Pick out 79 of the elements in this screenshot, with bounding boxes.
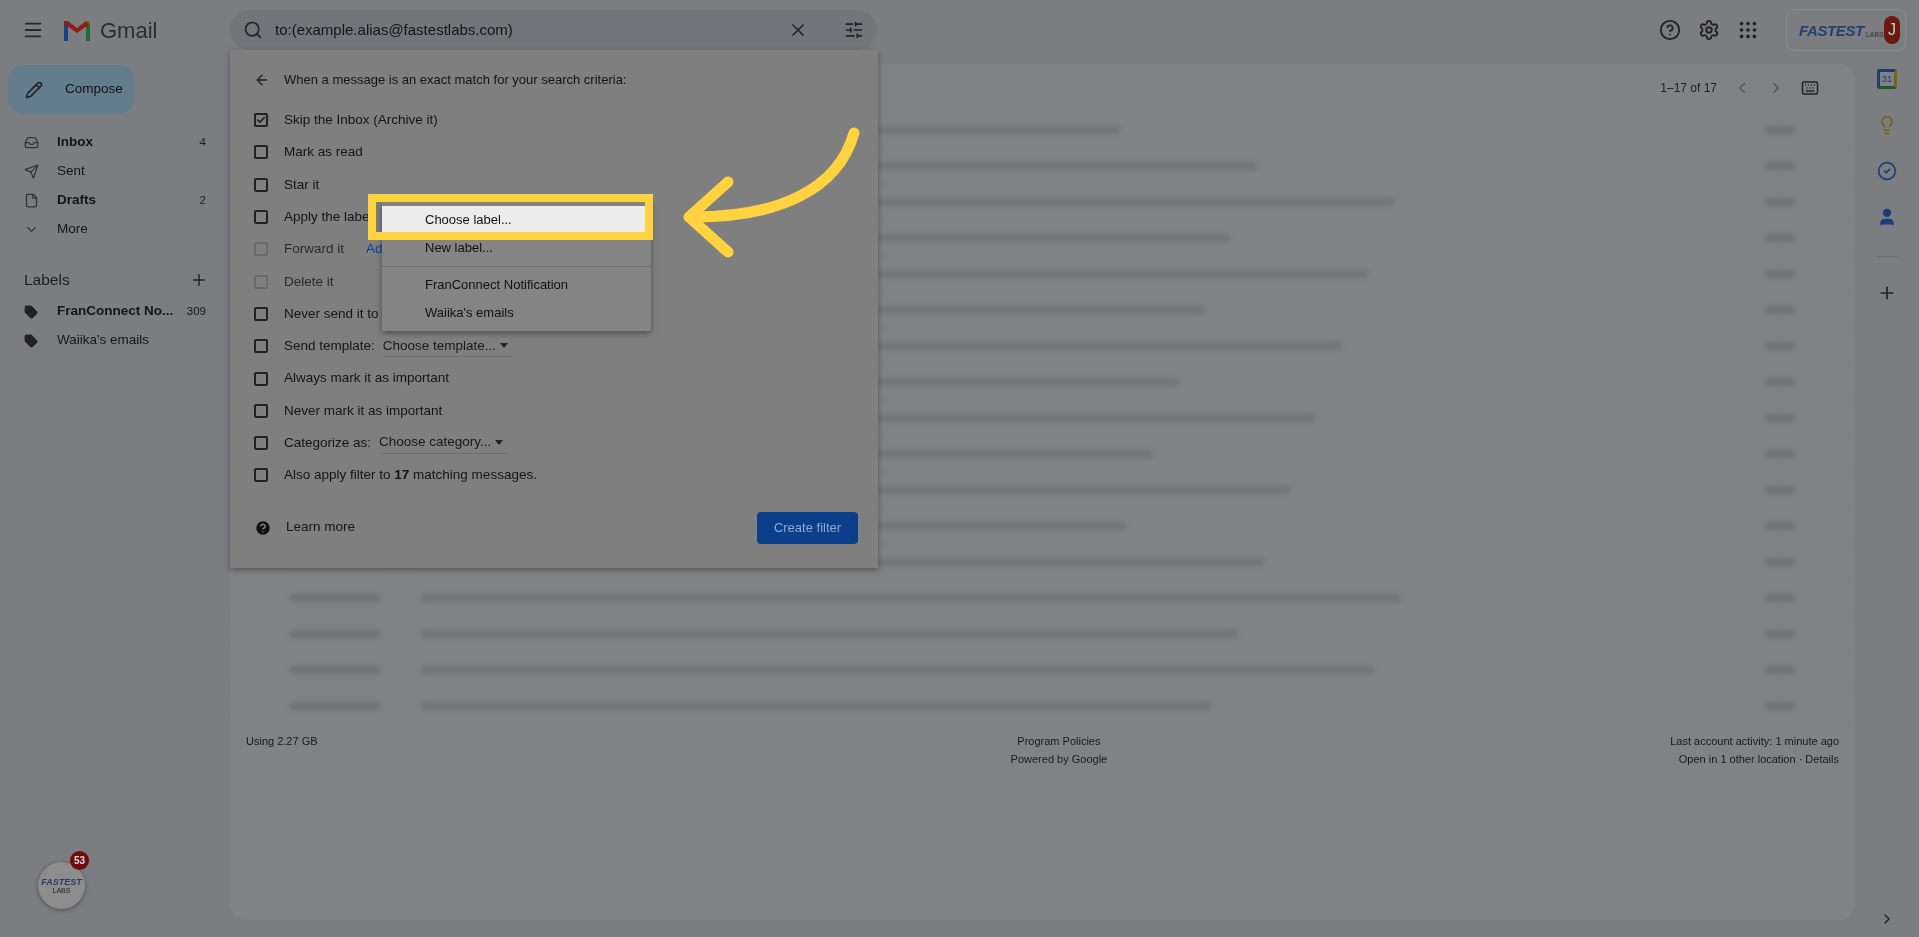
- pagination-range: 1–17 of 17: [1660, 80, 1717, 97]
- unread-count: 2: [199, 192, 206, 208]
- option-label: Delete it: [284, 272, 334, 291]
- nav-item[interactable]: More: [0, 215, 230, 244]
- option-label: Skip the Inbox (Archive it): [284, 111, 438, 129]
- search-field[interactable]: to:(example.alias@fastestlabs.com): [230, 10, 877, 50]
- filter-heading: When a message is an exact match for your search criteria:: [284, 71, 627, 90]
- create-filter-button[interactable]: Create filter: [757, 511, 858, 544]
- menu-item[interactable]: FranConnect Notification: [382, 271, 651, 299]
- checkbox[interactable]: [254, 210, 268, 225]
- nav-item[interactable]: Inbox 4: [0, 128, 230, 157]
- option-label: Never send it to: [284, 304, 379, 323]
- option-label: Mark as read: [284, 143, 363, 162]
- send-icon: [24, 164, 39, 179]
- label-name: FranConnect No...: [57, 302, 175, 321]
- apps-icon[interactable]: [1737, 19, 1759, 41]
- help-icon[interactable]: [254, 518, 272, 537]
- checkbox[interactable]: [254, 113, 268, 128]
- nav-item[interactable]: Sent: [0, 157, 230, 186]
- label-name: Waiika's emails: [57, 331, 151, 350]
- section-heading: Labels: [24, 270, 71, 291]
- label-icon: [24, 304, 38, 319]
- inbox-icon: [24, 135, 39, 150]
- checkbox[interactable]: [254, 436, 268, 451]
- option-label: Star it: [284, 175, 320, 194]
- search-icon[interactable]: [243, 20, 263, 40]
- nav-label: Sent: [57, 162, 86, 181]
- storage-usage: Using 2.27 GB: [246, 734, 318, 749]
- checkbox[interactable]: [254, 403, 268, 418]
- checkbox[interactable]: [254, 145, 268, 160]
- back-arrow-icon[interactable]: [254, 72, 270, 88]
- checkbox[interactable]: [254, 371, 268, 386]
- check-icon: [256, 115, 266, 126]
- menu-item[interactable]: New label...: [382, 234, 651, 262]
- gmail-logo-icon: [62, 18, 92, 42]
- option-label: Forward it: [284, 240, 344, 259]
- notification-count: 53: [70, 851, 89, 870]
- settings-icon[interactable]: [1698, 19, 1720, 41]
- nav-label: Inbox: [57, 133, 94, 152]
- dropdown[interactable]: Choose category...: [379, 432, 508, 454]
- powered-by: Powered by Google: [1010, 752, 1108, 767]
- pencil-icon: [25, 80, 43, 99]
- dropdown[interactable]: Choose template...: [382, 335, 513, 357]
- app-name: Gmail: [100, 16, 158, 45]
- calendar-icon[interactable]: 31: [1877, 69, 1897, 89]
- checkbox[interactable]: [254, 339, 268, 354]
- policies-link[interactable]: Program Policies: [1017, 732, 1101, 750]
- nav-label: Drafts: [57, 191, 97, 210]
- learn-more-link[interactable]: Learn more: [286, 517, 757, 538]
- checkbox[interactable]: [254, 177, 268, 192]
- plus-icon[interactable]: [190, 271, 208, 289]
- option-label: Apply the labe: [284, 207, 370, 226]
- label-icon: [24, 333, 38, 348]
- unread-count: 4: [199, 134, 206, 150]
- unread-count: 309: [186, 303, 206, 319]
- option-label: Send template:: [284, 337, 375, 356]
- tasks-icon[interactable]: [1877, 161, 1897, 181]
- account-activity: Last account activity: 1 minute ago: [1670, 734, 1839, 749]
- menu-item[interactable]: Waiika's emails: [382, 299, 651, 327]
- caret-icon: [500, 343, 509, 349]
- option-label: Never mark it as important: [284, 401, 443, 420]
- help-icon[interactable]: [1659, 19, 1681, 41]
- nav-item[interactable]: Drafts 2: [0, 186, 230, 215]
- compose-button[interactable]: Compose: [8, 65, 135, 114]
- label-item[interactable]: FranConnect No... 309: [0, 297, 230, 326]
- checkbox[interactable]: [254, 468, 268, 483]
- checkbox[interactable]: [254, 306, 268, 321]
- keyboard-icon[interactable]: [1801, 79, 1819, 97]
- caret-icon: [495, 440, 504, 446]
- other-sessions: Open in 1 other location · Details: [1678, 752, 1839, 767]
- option-label: Always mark it as important: [284, 369, 450, 388]
- avatar[interactable]: J: [1883, 16, 1900, 44]
- option-label: Categorize as:: [284, 434, 372, 452]
- file-icon: [24, 193, 39, 208]
- user-icon[interactable]: [1877, 207, 1897, 227]
- nav-label: More: [57, 220, 89, 239]
- filter-options-icon[interactable]: [844, 20, 864, 40]
- label-item[interactable]: Waiika's emails: [0, 326, 230, 355]
- option-label: Also apply filter to 17 matching messages.: [284, 466, 537, 485]
